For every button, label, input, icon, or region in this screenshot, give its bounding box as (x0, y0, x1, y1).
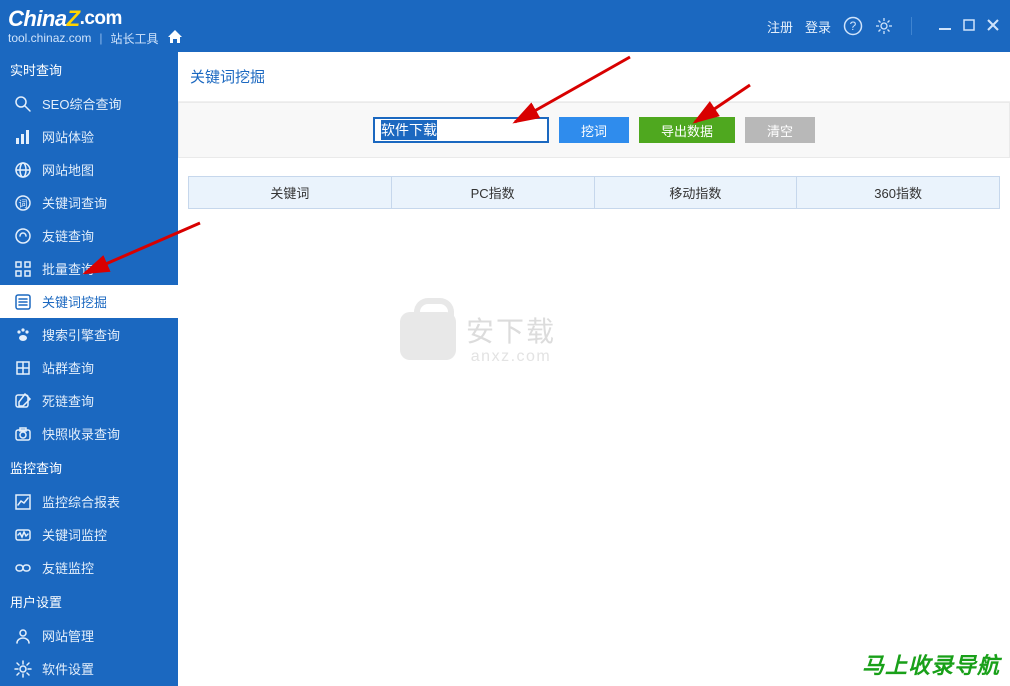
svg-text:词: 词 (18, 199, 27, 209)
sidebar-item-label: 快照收录查询 (42, 424, 120, 443)
sidebar-item-label: 批量查询 (42, 259, 94, 278)
sidebar-section-title: 用户设置 (0, 584, 178, 619)
header-right: 注册 登录 ? (767, 16, 1000, 36)
word-icon: 词 (14, 194, 32, 212)
trend-icon (14, 493, 32, 511)
col-360-index[interactable]: 360指数 (797, 177, 1000, 209)
subdomain-text: tool.chinaz.com (8, 31, 91, 45)
close-icon[interactable] (986, 18, 1000, 35)
search-icon (14, 95, 32, 113)
sidebar-item-friendlink[interactable]: 友链查询 (0, 219, 178, 252)
sidebar-item-kw-monitor[interactable]: 关键词监控 (0, 518, 178, 551)
wave-icon (14, 526, 32, 544)
sidebar-item-snapshot[interactable]: 快照收录查询 (0, 417, 178, 450)
sidebar-item-site-manage[interactable]: 网站管理 (0, 619, 178, 652)
sidebar-item-label: 监控综合报表 (42, 492, 120, 511)
sidebar-item-sitemap[interactable]: 网站地图 (0, 153, 178, 186)
sidebar-item-label: 站群查询 (42, 358, 94, 377)
gear-icon (14, 660, 32, 678)
list-icon (14, 293, 32, 311)
col-mobile-index[interactable]: 移动指数 (594, 177, 797, 209)
results-table: 关键词 PC指数 移动指数 360指数 (188, 176, 1000, 209)
logo-main: ChinaZ.com (8, 6, 183, 32)
window-controls (938, 18, 1000, 35)
sidebar-item-site-exp[interactable]: 网站体验 (0, 120, 178, 153)
logo-sub: tool.chinaz.com | 站长工具 (8, 30, 183, 47)
footer-watermark: 马上收录导航 (862, 648, 1000, 680)
sidebar-item-cluster[interactable]: 站群查询 (0, 351, 178, 384)
col-keyword[interactable]: 关键词 (189, 177, 392, 209)
settings-icon[interactable] (875, 17, 893, 35)
clear-button[interactable]: 清空 (745, 117, 815, 143)
export-button[interactable]: 导出数据 (639, 117, 735, 143)
globe-icon (14, 161, 32, 179)
sidebar-section-title: 监控查询 (0, 450, 178, 485)
login-link[interactable]: 登录 (805, 17, 831, 36)
camera-icon (14, 425, 32, 443)
sidebar-item-batch[interactable]: 批量查询 (0, 252, 178, 285)
sidebar-item-link-monitor[interactable]: 友链监控 (0, 551, 178, 584)
help-icon[interactable]: ? (843, 16, 863, 36)
link2-icon (14, 559, 32, 577)
page-title: 关键词挖掘 (178, 52, 1010, 102)
register-link[interactable]: 注册 (767, 17, 793, 36)
sidebar-item-label: 网站体验 (42, 127, 94, 146)
sidebar-item-label: 关键词监控 (42, 525, 107, 544)
maximize-icon[interactable] (962, 18, 976, 35)
sidebar-item-kw-mining[interactable]: 关键词挖掘 (0, 285, 178, 318)
sidebar-item-label: 搜索引擎查询 (42, 325, 120, 344)
chart-icon (14, 128, 32, 146)
app-header: ChinaZ.com tool.chinaz.com | 站长工具 注册 登录 … (0, 0, 1010, 52)
sidebar-item-label: SEO综合查询 (42, 94, 121, 113)
sidebar-item-label: 软件设置 (42, 659, 94, 678)
sidebar-section-title: 实时查询 (0, 52, 178, 87)
sidebar-item-label: 网站地图 (42, 160, 94, 179)
grid-icon (14, 359, 32, 377)
sidebar-item-engine[interactable]: 搜索引擎查询 (0, 318, 178, 351)
sidebar-item-report[interactable]: 监控综合报表 (0, 485, 178, 518)
sidebar-item-label: 网站管理 (42, 626, 94, 645)
search-bar: 挖词 导出数据 清空 (178, 102, 1010, 158)
search-button[interactable]: 挖词 (559, 117, 629, 143)
minimize-icon[interactable] (938, 18, 952, 35)
sidebar-item-deadlink[interactable]: 死链查询 (0, 384, 178, 417)
sidebar-item-settings[interactable]: 软件设置 (0, 652, 178, 685)
edit-icon (14, 392, 32, 410)
main-content: 关键词挖掘 挖词 导出数据 清空 关键词 PC指数 移动指数 360指数 (178, 52, 1010, 686)
col-pc-index[interactable]: PC指数 (391, 177, 594, 209)
results-table-wrap: 关键词 PC指数 移动指数 360指数 (178, 176, 1010, 209)
paw-icon (14, 326, 32, 344)
sidebar-item-label: 关键词挖掘 (42, 292, 107, 311)
link-icon (14, 227, 32, 245)
user-icon (14, 627, 32, 645)
logo: ChinaZ.com tool.chinaz.com | 站长工具 (8, 6, 183, 47)
sidebar: 实时查询 SEO综合查询网站体验网站地图词 关键词查询友链查询批量查询关键词挖掘搜索… (0, 52, 178, 686)
sidebar-item-seo[interactable]: SEO综合查询 (0, 87, 178, 120)
svg-text:?: ? (850, 19, 857, 33)
sidebar-item-label: 友链查询 (42, 226, 94, 245)
home-icon[interactable] (167, 30, 183, 47)
subname-text: 站长工具 (111, 30, 159, 47)
sidebar-item-label: 关键词查询 (42, 193, 107, 212)
boxes-icon (14, 260, 32, 278)
sidebar-item-label: 友链监控 (42, 558, 94, 577)
keyword-input[interactable] (373, 117, 549, 143)
sidebar-item-label: 死链查询 (42, 391, 94, 410)
sidebar-item-kw-query[interactable]: 词 关键词查询 (0, 186, 178, 219)
